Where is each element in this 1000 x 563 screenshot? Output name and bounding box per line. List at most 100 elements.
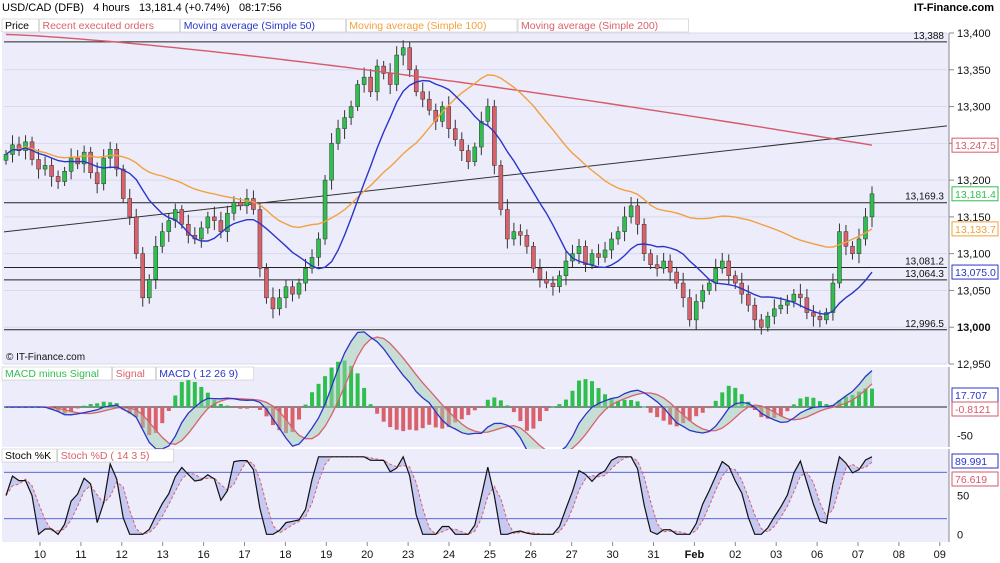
bearish-candle [505, 209, 510, 240]
bearish-candle [596, 253, 601, 258]
macd-histogram-bar [75, 407, 80, 409]
price-change-label: 13,181.4 (+0.74%) [138, 2, 230, 14]
bearish-candle [648, 253, 653, 265]
macd-histogram-bar [173, 395, 178, 407]
macd-histogram-bar [563, 399, 568, 407]
macd-histogram-bar [192, 382, 197, 407]
bullish-candle [557, 275, 562, 288]
trading-chart[interactable]: 13,388 13,169.3 13,081.2 13,064.3 12,996.5 1… [0, 0, 1000, 563]
bullish-candle [856, 238, 862, 254]
bullish-candle [244, 198, 250, 207]
macd-histogram-bar [166, 407, 171, 412]
bearish-candle [94, 172, 100, 185]
bearish-candle [270, 297, 276, 310]
bearish-candle [387, 73, 393, 85]
macd-histogram-bar [381, 407, 386, 422]
bullish-candle [348, 106, 354, 118]
macd-histogram-bar [590, 381, 595, 407]
bullish-candle [101, 157, 106, 185]
macd-histogram-bar [726, 385, 731, 407]
bearish-candle [459, 139, 465, 151]
stoch-tick-label: 50 [957, 491, 969, 503]
x-axis-label: 27 [566, 549, 578, 561]
bullish-candle [374, 65, 380, 93]
instrument-label: USD/CAD (DFB) [2, 2, 84, 14]
legend-label: Moving average (Simple 200) [521, 20, 658, 32]
stoch-panel: 0 50 89.991 76.619 [2, 449, 999, 542]
macd-histogram-bar [629, 400, 634, 407]
bearish-candle [635, 205, 640, 225]
macd-histogram-bar [472, 407, 477, 411]
macd-histogram-bar [238, 407, 243, 409]
bullish-candle [479, 121, 484, 148]
macd-histogram-bar [362, 387, 367, 407]
legend-label: Moving average (Simple 50) [184, 20, 315, 32]
bullish-candle [778, 304, 784, 310]
macd-histogram-bar [798, 398, 803, 407]
bullish-candle [713, 268, 718, 284]
x-axis-label: 09 [934, 549, 946, 561]
bearish-candle [843, 231, 849, 247]
bearish-candle [49, 165, 54, 177]
price-tick-label: 13,350 [957, 65, 991, 77]
macd-histogram-bar [531, 407, 536, 429]
x-axis-label: 10 [34, 549, 46, 561]
macd-histogram-bar [375, 407, 380, 414]
bullish-candle [107, 148, 113, 159]
macd-histogram-bar [186, 378, 191, 407]
macd-histogram-bar [420, 407, 425, 429]
bearish-candle [531, 246, 536, 269]
bullish-candle [511, 231, 517, 240]
bullish-candle [231, 201, 237, 214]
x-axis-label: 25 [484, 549, 496, 561]
macd-histogram-bar [576, 380, 581, 407]
macd-histogram-bar [713, 400, 718, 407]
macd-tick-label: -50 [957, 431, 973, 443]
macd-histogram-bar [257, 407, 262, 410]
macd-histogram-bar [466, 407, 471, 416]
bullish-candle [146, 279, 152, 299]
macd-histogram-bar [518, 407, 523, 422]
x-axis-label: 11 [75, 549, 86, 561]
bearish-candle [453, 128, 458, 140]
timeframe-label: 4 hours [93, 2, 130, 14]
bearish-candle [218, 220, 224, 232]
macd-histogram-bar [388, 407, 393, 428]
macd-histogram-bar [655, 407, 660, 418]
bearish-candle [36, 159, 41, 170]
bearish-candle [420, 91, 425, 100]
bearish-candle [518, 231, 523, 236]
bearish-candle [407, 47, 412, 71]
price-tick-label: 12,950 [957, 359, 991, 371]
level-label: 13,064.3 [905, 269, 944, 280]
macd-histogram-bar [231, 407, 236, 408]
price-tick-label: 13,400 [957, 28, 991, 40]
bullish-candle [602, 249, 608, 258]
bullish-candle [563, 260, 569, 276]
x-axis-label: 23 [402, 549, 414, 561]
bearish-candle [798, 293, 803, 299]
level-label: 13,081.2 [905, 256, 944, 267]
bearish-candle [212, 216, 217, 221]
price-tag-label: 13,247.5 [955, 140, 996, 152]
bullish-candle [719, 260, 725, 269]
bearish-candle [413, 69, 419, 93]
bearish-candle [264, 268, 269, 299]
bearish-candle [804, 297, 810, 313]
bullish-candle [785, 301, 790, 306]
x-axis-label: 19 [320, 549, 332, 561]
macd-histogram-bar [485, 399, 490, 407]
macd-histogram-bar [427, 407, 432, 425]
bullish-candle [863, 216, 868, 240]
bullish-candle [62, 171, 67, 182]
macd-histogram-bar [303, 404, 308, 407]
macd-histogram-bar [707, 407, 712, 409]
bearish-candle [752, 304, 758, 321]
macd-histogram-bar [95, 403, 100, 407]
price-tag-label: 13,133.7 [955, 224, 996, 236]
bullish-candle [355, 84, 360, 107]
price-tick-label: 13,050 [957, 285, 991, 297]
bullish-candle [772, 308, 777, 317]
bullish-candle [394, 54, 399, 85]
bearish-candle [492, 106, 497, 166]
